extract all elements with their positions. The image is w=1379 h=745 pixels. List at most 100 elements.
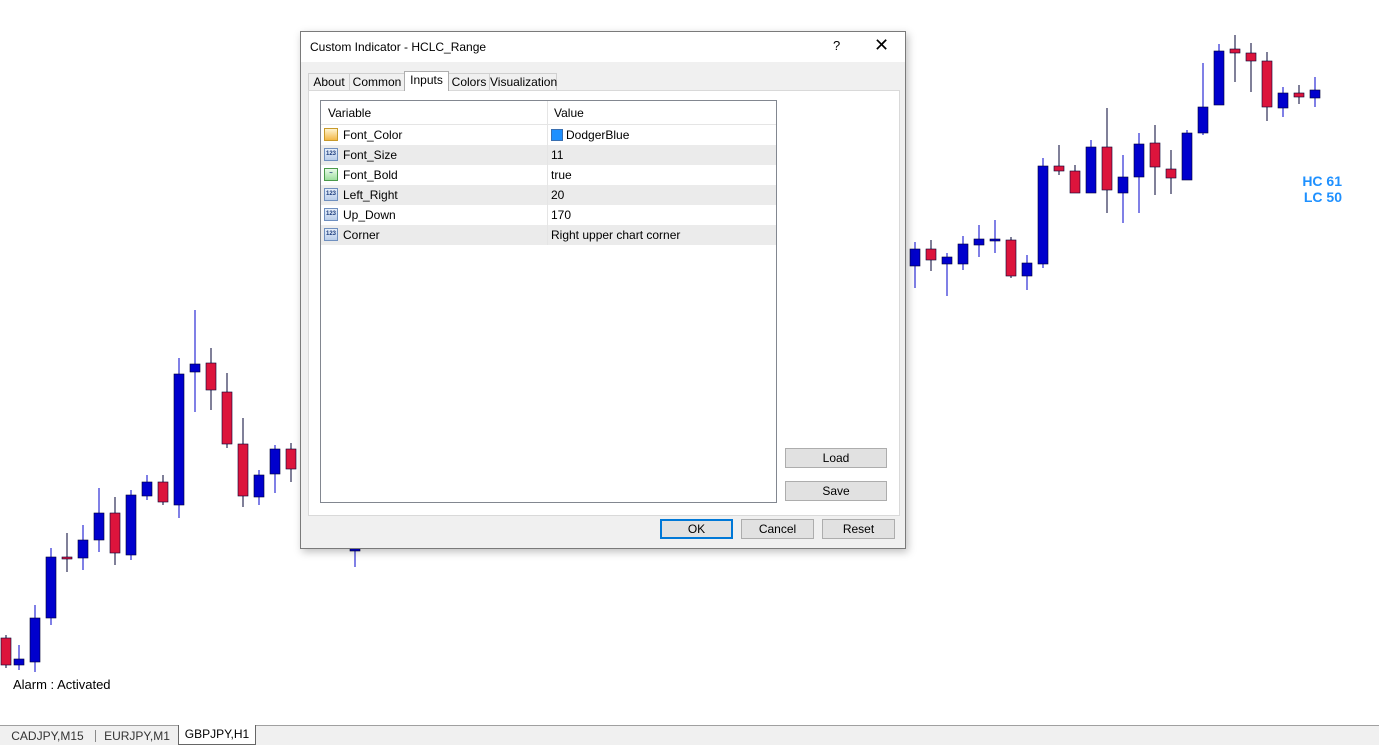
candle-body — [1037, 165, 1049, 265]
candle — [1005, 237, 1017, 278]
candle — [1213, 44, 1225, 106]
table-row[interactable]: ~ Font_Bold true — [321, 165, 776, 185]
color-value-text: DodgerBlue — [566, 128, 630, 142]
number-icon: 123 — [324, 148, 338, 161]
candle — [1021, 255, 1033, 290]
candle — [1053, 145, 1065, 175]
candle — [237, 418, 249, 507]
candle — [1309, 77, 1321, 107]
candle-body — [1261, 60, 1273, 108]
candle — [1181, 130, 1193, 181]
candle — [93, 488, 105, 552]
candle — [1133, 133, 1145, 213]
variable-name: Up_Down — [343, 208, 396, 222]
candle — [925, 240, 937, 271]
hc-value: HC 61 — [1302, 173, 1342, 189]
candle-body — [1245, 52, 1257, 62]
candle-body — [205, 362, 217, 391]
candle-body — [0, 637, 12, 666]
col-value-header[interactable]: Value — [554, 106, 584, 120]
candle-body — [957, 243, 969, 265]
candle — [0, 635, 12, 668]
table-row[interactable]: 123 Up_Down 170 — [321, 205, 776, 225]
candle — [173, 358, 185, 518]
tab-inputs[interactable]: Inputs — [404, 71, 449, 91]
table-row[interactable]: Font_Color DodgerBlue — [321, 125, 776, 145]
variable-value[interactable]: 11 — [551, 148, 563, 162]
close-icon[interactable]: ✕ — [874, 36, 889, 54]
candle — [221, 373, 233, 448]
candle — [1037, 158, 1049, 268]
grid-header: Variable Value — [321, 101, 776, 125]
candle-body — [1165, 168, 1177, 179]
candle-body — [1085, 146, 1097, 194]
variable-name: Font_Color — [343, 128, 403, 142]
inputs-grid: Variable Value Font_Color DodgerBlue 123… — [320, 100, 777, 503]
candle — [109, 497, 121, 565]
col-variable-header[interactable]: Variable — [328, 106, 371, 120]
save-button[interactable]: Save — [785, 481, 887, 501]
chart-tab-eurjpy[interactable]: EURJPY,M1 — [96, 730, 179, 742]
number-icon: 123 — [324, 188, 338, 201]
candle-body — [925, 248, 937, 261]
chart-tab-gbpjpy[interactable]: GBPJPY,H1 — [178, 725, 256, 745]
candle — [253, 470, 265, 505]
candle-body — [1133, 143, 1145, 178]
chart-tab-cadjpy[interactable]: CADJPY,M15 — [0, 730, 96, 742]
candle-body — [1149, 142, 1161, 168]
candle-body — [1069, 170, 1081, 194]
variable-value[interactable]: DodgerBlue — [551, 128, 629, 142]
candle-body — [45, 556, 57, 619]
variable-value[interactable]: 170 — [551, 208, 571, 222]
candle-body — [1101, 146, 1113, 191]
candle — [29, 605, 41, 672]
candle-body — [173, 373, 185, 506]
custom-indicator-dialog: Custom Indicator - HCLC_Range ? ✕ About … — [300, 31, 906, 549]
variable-value[interactable]: true — [551, 168, 572, 182]
candle — [1165, 150, 1177, 194]
candle — [957, 236, 969, 270]
candle — [1245, 43, 1257, 92]
candle-body — [1005, 239, 1017, 277]
candle — [1277, 87, 1289, 117]
ok-button[interactable]: OK — [660, 519, 733, 539]
candle — [909, 242, 921, 288]
tab-common[interactable]: Common — [349, 73, 405, 91]
tab-colors[interactable]: Colors — [448, 73, 490, 91]
candle-body — [1213, 50, 1225, 106]
dialog-titlebar: Custom Indicator - HCLC_Range ? ✕ — [301, 32, 905, 62]
candle — [941, 253, 953, 296]
variable-value[interactable]: 20 — [551, 188, 564, 202]
candle — [1197, 63, 1209, 135]
candle-body — [909, 248, 921, 267]
variable-name: Font_Bold — [343, 168, 398, 182]
candle-body — [1293, 92, 1305, 98]
tab-visualization[interactable]: Visualization — [489, 73, 557, 91]
inputs-panel: Variable Value Font_Color DodgerBlue 123… — [308, 90, 900, 516]
cancel-button[interactable]: Cancel — [741, 519, 814, 539]
candle-body — [1309, 89, 1321, 99]
table-row[interactable]: 123 Font_Size 11 — [321, 145, 776, 165]
candle — [61, 533, 73, 572]
candle — [1261, 52, 1273, 121]
help-button[interactable]: ? — [833, 38, 840, 53]
candle-body — [1197, 106, 1209, 134]
variable-name: Left_Right — [343, 188, 398, 202]
candle-body — [93, 512, 105, 541]
candle — [45, 548, 57, 625]
candle-body — [29, 617, 41, 663]
table-row[interactable]: 123 Left_Right 20 — [321, 185, 776, 205]
reset-button[interactable]: Reset — [822, 519, 895, 539]
candle — [269, 445, 281, 493]
candle — [205, 348, 217, 410]
candle — [989, 220, 1001, 253]
tab-about[interactable]: About — [308, 73, 350, 91]
table-row[interactable]: 123 Corner Right upper chart corner — [321, 225, 776, 245]
variable-value[interactable]: Right upper chart corner — [551, 228, 680, 242]
dialog-title: Custom Indicator - HCLC_Range — [310, 40, 487, 54]
candle-body — [61, 556, 73, 560]
candle — [1293, 85, 1305, 104]
number-icon: 123 — [324, 228, 338, 241]
candle-body — [1229, 48, 1241, 54]
load-button[interactable]: Load — [785, 448, 887, 468]
